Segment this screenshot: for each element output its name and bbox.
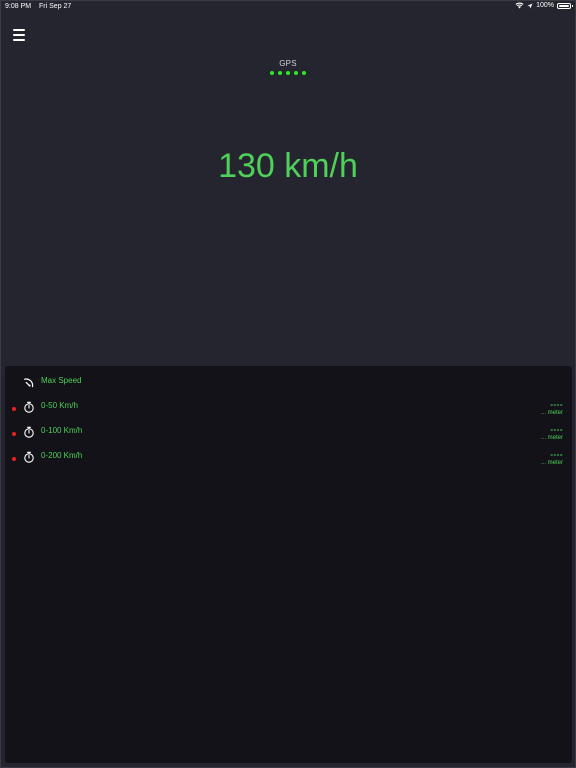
gps-signal-dot	[278, 71, 282, 75]
record-dot	[12, 457, 16, 461]
timer-distance: ... meter	[540, 460, 563, 466]
gps-signal-dot	[302, 71, 306, 75]
app-screen: 9:08 PM Fri Sep 27 100% GPS 130 km/h Max…	[0, 0, 576, 768]
timer-row-0-100[interactable]: 0-100 Km/h ---- ... meter	[5, 422, 572, 444]
location-arrow-icon	[527, 3, 533, 8]
timer-value: ----	[550, 400, 563, 409]
gps-signal-dots	[1, 71, 575, 75]
gps-label: GPS	[279, 59, 297, 68]
stopwatch-icon	[24, 401, 34, 413]
hamburger-icon	[13, 34, 25, 36]
timer-label: 0-50 Km/h	[41, 401, 78, 410]
status-date: Fri Sep 27	[39, 3, 72, 10]
record-dot	[12, 432, 16, 436]
timer-value: ----	[550, 425, 563, 434]
gps-signal-dot	[286, 71, 290, 75]
timer-row-0-200[interactable]: 0-200 Km/h ---- ... meter	[5, 447, 572, 469]
stopwatch-icon	[24, 426, 34, 438]
timer-value: ----	[550, 450, 563, 459]
stopwatch-icon	[24, 451, 34, 463]
gps-indicator: GPS	[1, 59, 575, 75]
timer-distance: ... meter	[540, 410, 563, 416]
status-right: 100%	[515, 2, 573, 9]
gps-signal-dot	[294, 71, 298, 75]
gps-signal-dot	[270, 71, 274, 75]
timer-label: 0-100 Km/h	[41, 426, 83, 435]
speedometer-icon	[23, 378, 34, 388]
record-dot	[12, 407, 16, 411]
hamburger-icon	[13, 39, 25, 41]
menu-button[interactable]	[13, 29, 25, 41]
max-speed-row[interactable]: Max Speed	[5, 372, 572, 394]
speed-display: 130 km/h	[218, 147, 358, 185]
battery-icon	[557, 2, 573, 9]
status-time: 9:08 PM	[5, 3, 32, 10]
battery-percent: 100%	[536, 2, 554, 9]
status-left: 9:08 PM Fri Sep 27	[5, 3, 71, 10]
timer-label: 0-200 Km/h	[41, 451, 83, 460]
wifi-icon	[515, 2, 524, 9]
hamburger-icon	[13, 29, 25, 31]
stats-panel: Max Speed 0-50 Km/h ---- ... meter 0-100	[5, 366, 572, 763]
max-speed-label: Max Speed	[41, 376, 82, 385]
timer-row-0-50[interactable]: 0-50 Km/h ---- ... meter	[5, 397, 572, 419]
status-bar: 9:08 PM Fri Sep 27 100%	[1, 1, 575, 13]
battery-level	[559, 4, 569, 7]
timer-distance: ... meter	[540, 435, 563, 441]
